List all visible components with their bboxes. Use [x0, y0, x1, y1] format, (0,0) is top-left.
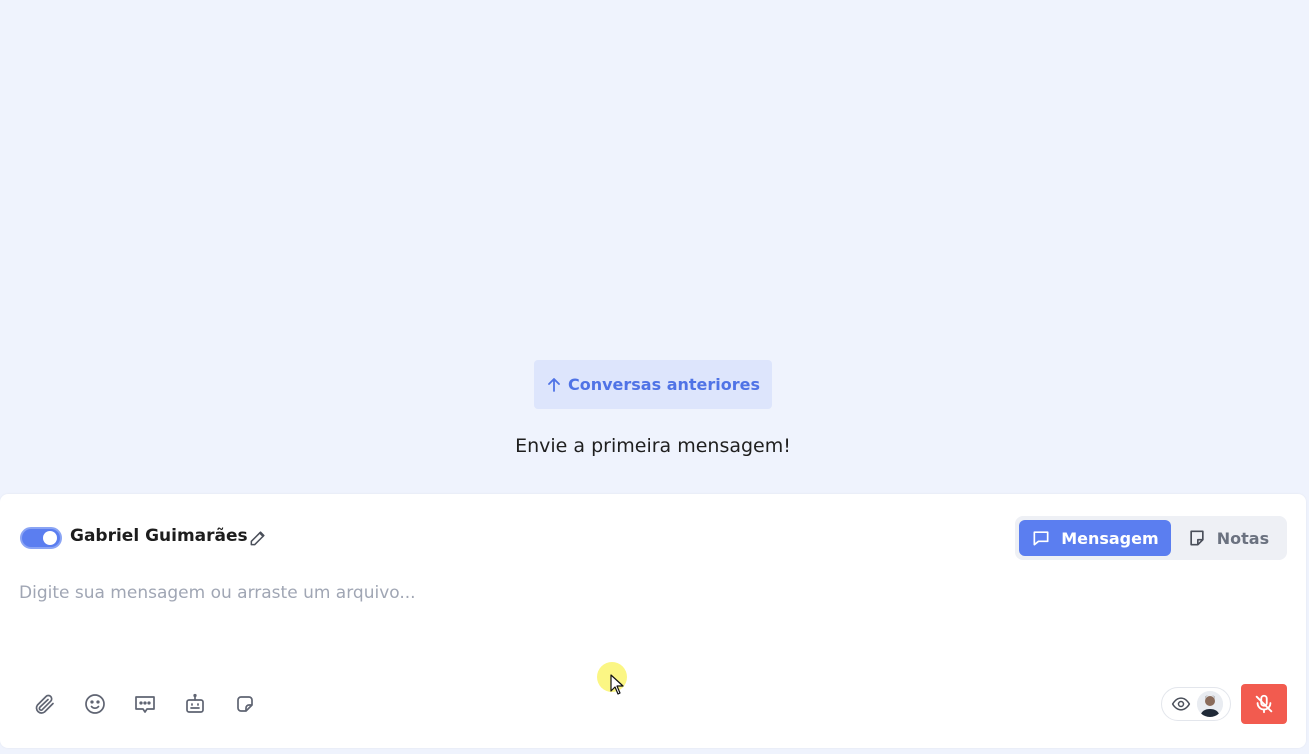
avatar — [1197, 691, 1223, 717]
tab-message[interactable]: Mensagem — [1019, 520, 1171, 556]
sticker-button[interactable] — [231, 690, 259, 718]
eye-icon — [1171, 697, 1191, 711]
message-input[interactable] — [19, 578, 1279, 608]
record-audio-button[interactable] — [1241, 684, 1287, 724]
attach-file-button[interactable] — [31, 690, 59, 718]
tab-notes-label: Notas — [1216, 528, 1270, 548]
edit-signature-button[interactable] — [247, 527, 269, 549]
chat-bubble-icon — [1033, 531, 1049, 546]
viewers-button[interactable] — [1161, 687, 1231, 721]
mic-off-icon — [1255, 694, 1273, 714]
message-composer: Gabriel Guimarães Mensagem Notas — [0, 494, 1306, 748]
emoji-button[interactable] — [81, 690, 109, 718]
previous-conversations-button[interactable]: Conversas anteriores — [534, 360, 772, 409]
tab-notes[interactable]: Notas — [1173, 520, 1283, 556]
sticker-icon — [237, 696, 253, 712]
paperclip-icon — [35, 694, 54, 714]
emoji-icon — [85, 694, 105, 714]
mouse-cursor-icon — [610, 674, 624, 695]
tab-message-label: Mensagem — [1061, 528, 1159, 548]
agent-name: Gabriel Guimarães — [70, 526, 248, 546]
bot-icon — [186, 693, 204, 713]
empty-chat-message: Envie a primeira mensagem! — [515, 435, 791, 457]
bot-button[interactable] — [181, 690, 209, 718]
previous-conversations-label: Conversas anteriores — [567, 375, 761, 394]
quick-reply-button[interactable] — [131, 690, 159, 718]
signature-toggle[interactable] — [20, 527, 62, 549]
composer-mode-switch: Mensagem Notas — [1015, 516, 1287, 560]
toggle-knob — [43, 531, 57, 545]
quick-reply-icon — [135, 696, 155, 713]
arrow-up-icon — [548, 377, 560, 392]
chat-messages-area: Conversas anteriores Envie a primeira me… — [0, 0, 1309, 494]
note-icon — [1190, 530, 1204, 546]
pencil-icon — [250, 531, 265, 546]
